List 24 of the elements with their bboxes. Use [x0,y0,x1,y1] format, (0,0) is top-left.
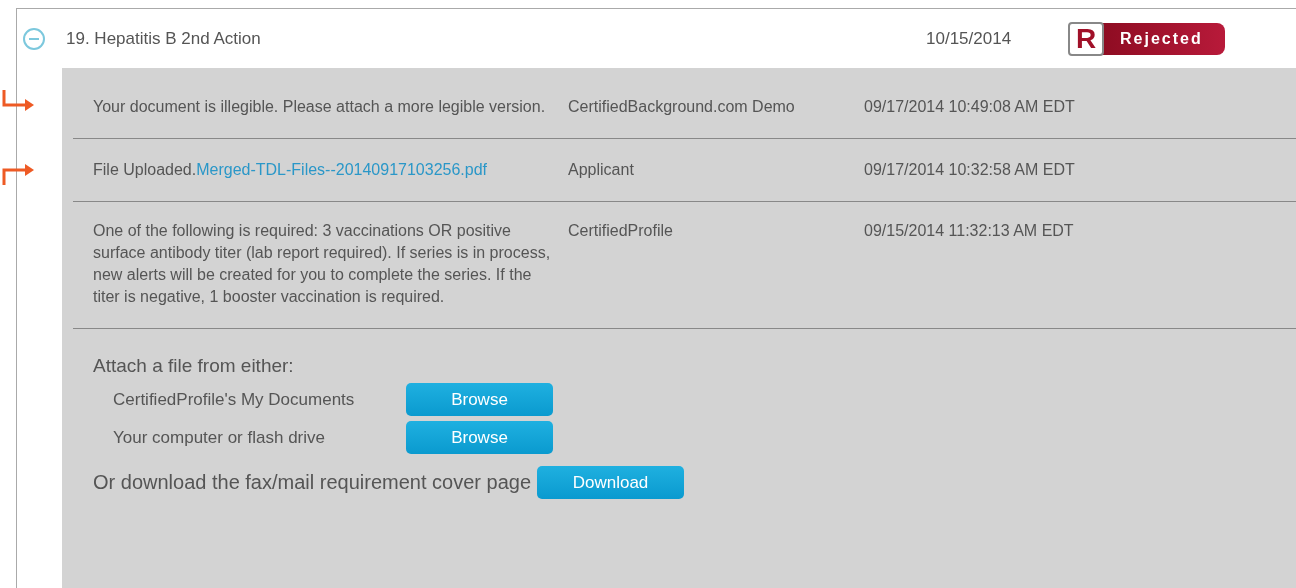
status-letter: R [1068,21,1104,56]
arrow-icon [1,163,35,185]
entry-timestamp: 09/17/2014 10:32:58 AM EDT [864,160,1076,180]
download-text: Or download the fax/mail requirement cover page [93,471,531,494]
entry-author: Applicant [568,160,635,180]
entry-author: CertifiedProfile [568,221,674,241]
source-label: CertifiedProfile's My Documents [113,389,356,410]
entry-message: One of the following is required: 3 vaccinations OR positive surface antibody titer (lab report required). If series is in process, new alerts will be created for you to complete the series. If the titer is negative, 1 booster vaccination is required. [93,221,552,307]
arrow-icon [1,90,35,112]
source-label: Your computer or flash drive [113,427,326,448]
attach-heading: Attach a file from either: [93,355,295,377]
item-title[interactable]: 19. Hepatitis B 2nd Action [66,28,926,49]
collapse-icon[interactable] [22,26,46,51]
entry-timestamp: 09/17/2014 10:49:08 AM EDT [864,97,1076,117]
browse-button[interactable]: Browse [406,383,553,416]
entry-message: Your document is illegible. Please attach a more legible version. [93,97,547,117]
status-badge: Rejected [1102,22,1225,55]
entry-author: CertifiedBackground.com Demo [568,97,796,117]
item-date: 10/15/2014 [926,28,1013,49]
file-link[interactable]: Merged-TDL-Files--20140917103256.pdf [196,161,487,178]
download-button[interactable]: Download [537,466,684,499]
browse-button[interactable]: Browse [406,421,553,454]
entry-timestamp: 09/15/2014 11:32:13 AM EDT [864,221,1075,241]
entry-message: File Uploaded.Merged-TDL-Files--20140917103256.pdf [93,160,488,180]
